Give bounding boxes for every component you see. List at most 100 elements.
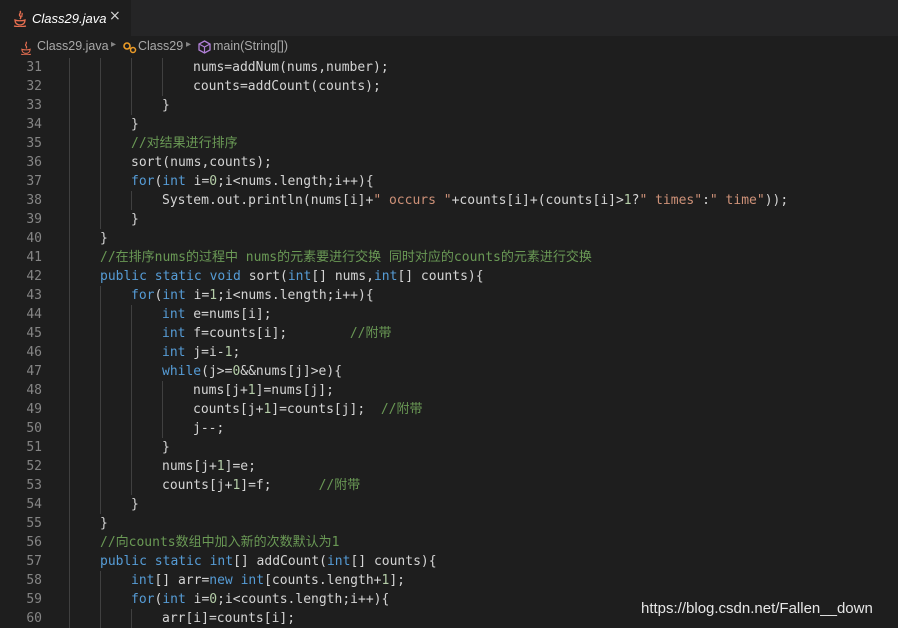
class-icon [123, 42, 137, 54]
tab-label: Class29.java [32, 11, 107, 26]
code-line[interactable]: 31 nums=addNum(nums,number); [0, 58, 898, 77]
code-token: nums[j+ [162, 459, 217, 474]
code-token: ]=nums[j]; [255, 383, 334, 398]
indent-guide [69, 172, 70, 191]
code-text: for(int i=1;i<nums.length;i++){ [131, 286, 374, 305]
code-line[interactable]: 54} [0, 495, 898, 514]
code-token: int [162, 174, 186, 189]
code-token: for [131, 592, 155, 607]
close-icon[interactable]: × [109, 8, 121, 24]
indent-guide [69, 400, 70, 419]
code-line[interactable]: 32 counts=addCount(counts); [0, 77, 898, 96]
breadcrumb-class[interactable]: Class29 [138, 39, 183, 53]
indent-guide [69, 305, 70, 324]
code-text: int f=counts[i]; //附带 [162, 324, 392, 343]
code-line[interactable]: 35 //对结果进行排序 [0, 134, 898, 153]
code-token: counts=addCount(counts); [193, 79, 381, 94]
code-line[interactable]: 43 for(int i=1;i<nums.length;i++){ [0, 286, 898, 305]
code-text: int e=nums[i]; [162, 305, 272, 324]
indent-guide [162, 58, 163, 77]
code-token: int [209, 554, 234, 569]
indent-guide [69, 438, 70, 457]
code-token: } [100, 516, 108, 531]
breadcrumb-file[interactable]: Class29.java [37, 39, 109, 53]
indent-guide [69, 77, 70, 96]
indent-guide [100, 400, 101, 419]
indent-guide [131, 191, 132, 210]
code-token: " occurs " [373, 193, 452, 208]
code-line[interactable]: 36 sort(nums,counts); [0, 153, 898, 172]
tab-class29-java[interactable]: Class29.java × [0, 0, 131, 36]
code-text: int[] arr=new int[counts.length+1]; [131, 571, 405, 590]
code-line[interactable]: 34} [0, 115, 898, 134]
code-line[interactable]: 40} [0, 229, 898, 248]
code-token: //在排序nums的过程中 nums的元素要进行交换 同时对应的counts的元… [100, 250, 592, 265]
code-line[interactable]: 50 j--; [0, 419, 898, 438]
code-token: [] addCount( [233, 554, 327, 569]
code-token: [] counts){ [350, 554, 437, 569]
code-token: while [162, 364, 202, 379]
code-token: ]; [389, 573, 405, 588]
code-line[interactable]: 57 public static int[] addCount(int[] cou… [0, 552, 898, 571]
code-line[interactable]: 42 public static void sort(int[] nums,int… [0, 267, 898, 286]
code-token: int [373, 269, 398, 284]
code-text: nums[j+1]=e; [162, 457, 256, 476]
code-text: public static void sort(int[] nums,int[]… [100, 267, 484, 286]
indent-guide [100, 324, 101, 343]
code-token: int [162, 307, 186, 322]
code-token: " time" [709, 193, 765, 208]
code-line[interactable]: 51} [0, 438, 898, 457]
code-token: 1 [209, 288, 218, 303]
indent-guide [69, 571, 70, 590]
indent-guide [69, 457, 70, 476]
code-text: arr[i]=counts[i]; [162, 609, 295, 628]
indent-guide [69, 191, 70, 210]
code-token: e=nums[i]; [185, 307, 272, 322]
code-line[interactable]: 53 counts[j+1]=f; //附带 [0, 476, 898, 495]
indent-guide [131, 305, 132, 324]
indent-guide [162, 400, 163, 419]
code-line[interactable]: 47 while(j>=0&&nums[j]>e){ [0, 362, 898, 381]
indent-guide [69, 134, 70, 153]
indent-guide [131, 96, 132, 115]
code-line[interactable]: 37 for(int i=0;i<nums.length;i++){ [0, 172, 898, 191]
line-number: 52 [26, 459, 42, 474]
code-token: 0 [209, 174, 218, 189]
indent-guide [69, 590, 70, 609]
code-line[interactable]: 58 int[] arr=new int[counts.length+1]; [0, 571, 898, 590]
line-number: 43 [26, 288, 42, 303]
indent-guide [69, 609, 70, 628]
indent-guide [100, 172, 101, 191]
line-number: 31 [26, 60, 42, 75]
indent-guide [100, 96, 101, 115]
breadcrumb-method[interactable]: main(String[]) [213, 39, 288, 53]
code-line[interactable]: 48 nums[j+1]=nums[j]; [0, 381, 898, 400]
code-line[interactable]: 39} [0, 210, 898, 229]
code-line[interactable]: 49 counts[j+1]=counts[j]; //附带 [0, 400, 898, 419]
code-line[interactable]: 41 //在排序nums的过程中 nums的元素要进行交换 同时对应的counts… [0, 248, 898, 267]
code-editor[interactable]: 31 nums=addNum(nums,number); 32 counts=addC… [0, 58, 898, 628]
line-number: 47 [26, 364, 42, 379]
code-token: ; [232, 345, 241, 360]
code-line[interactable]: 45 int f=counts[i]; //附带 [0, 324, 898, 343]
line-number: 57 [26, 554, 42, 569]
indent-guide [100, 571, 101, 590]
code-line[interactable]: 46 int j=i-1; [0, 343, 898, 362]
code-line[interactable]: 56 //向counts数组中加入新的次数默认为1 [0, 533, 898, 552]
tab-bar: Class29.java × [0, 0, 898, 36]
code-line[interactable]: 33} [0, 96, 898, 115]
code-line[interactable]: 38 System.out.println(nums[i]+" occurs "+… [0, 191, 898, 210]
code-token: f=counts[i]; [185, 326, 350, 341]
code-line[interactable]: 52 nums[j+1]=e; [0, 457, 898, 476]
indent-guide [131, 343, 132, 362]
code-token: public static void [100, 269, 241, 284]
breadcrumb: Class29.java ▸ Class29 ▸ main(String[]) [0, 36, 898, 58]
code-token: i= [185, 288, 210, 303]
code-line[interactable]: 55} [0, 514, 898, 533]
line-number: 50 [26, 421, 42, 436]
code-text: } [100, 229, 108, 248]
code-line[interactable]: 44 int e=nums[i]; [0, 305, 898, 324]
code-text: //向counts数组中加入新的次数默认为1 [100, 533, 339, 552]
indent-guide [131, 476, 132, 495]
line-number: 55 [26, 516, 42, 531]
